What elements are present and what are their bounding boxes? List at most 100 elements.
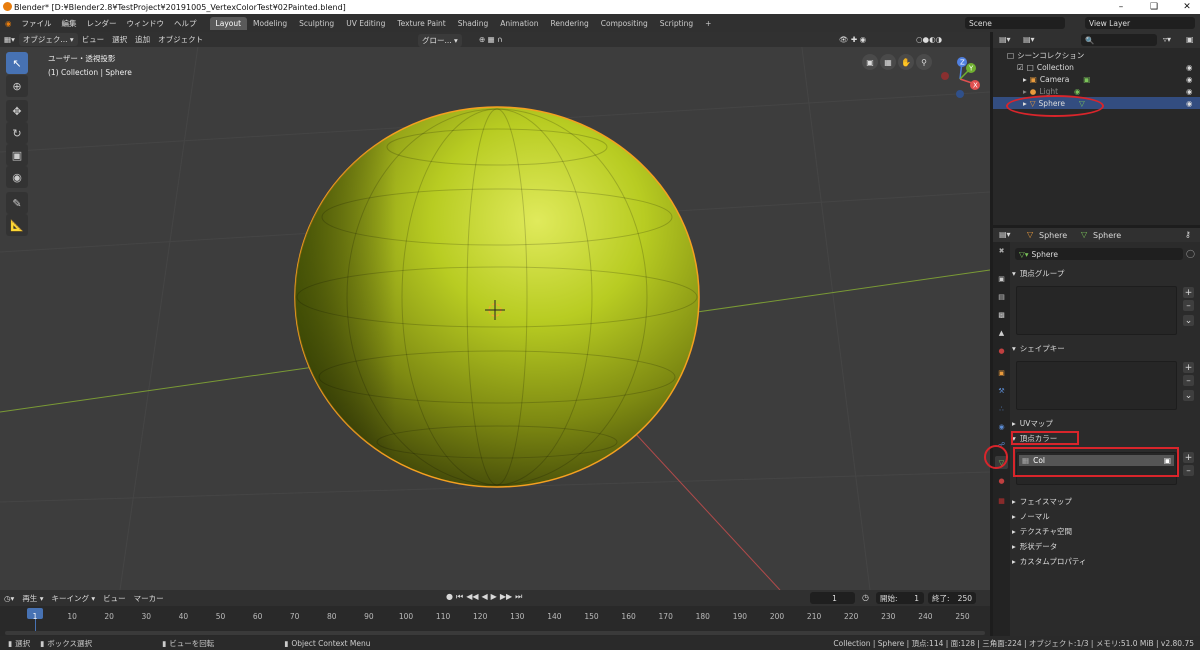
timeline-scrollbar[interactable]	[5, 631, 985, 635]
section-uv-maps[interactable]: ▸ UVマップ	[1012, 416, 1198, 430]
scale-tool-icon[interactable]: ▣	[6, 144, 28, 166]
remove-shape-key-button[interactable]: –	[1183, 375, 1194, 386]
menu-render[interactable]: レンダー	[82, 18, 122, 29]
menu-file[interactable]: ファイル	[17, 18, 57, 29]
playback-menu[interactable]: 再生 ▾	[18, 592, 47, 605]
outliner-display-icon[interactable]: ▤▾	[1023, 35, 1035, 44]
tab-compositing[interactable]: Compositing	[595, 17, 654, 30]
blender-menu-icon[interactable]: ◉	[0, 19, 17, 28]
transform-orientation-dropdown[interactable]: グロー... ▾	[418, 34, 462, 47]
section-texture-space[interactable]: ▸ テクスチャ空間	[1012, 524, 1198, 538]
properties-type-icon[interactable]: ▤▾	[999, 230, 1011, 239]
remove-vertex-group-button[interactable]: –	[1183, 300, 1194, 311]
material-tab-icon[interactable]: ●	[995, 474, 1008, 487]
outliner-item-camera[interactable]: ▸ ▣ Camera ▣ ◉	[993, 73, 1200, 85]
menu-add[interactable]: 追加	[131, 33, 154, 46]
texture-tab-icon[interactable]: ▦	[995, 494, 1008, 507]
tab-layout[interactable]: Layout	[209, 16, 248, 30]
move-tool-icon[interactable]: ✥	[6, 100, 28, 122]
world-tab-icon[interactable]: ●	[995, 344, 1008, 357]
transform-tool-icon[interactable]: ◉	[6, 166, 28, 188]
menu-select[interactable]: 選択	[108, 33, 131, 46]
snap-icon[interactable]: ⊕ ▦ ∩	[475, 34, 507, 45]
scene-selector[interactable]: Scene	[965, 17, 1065, 29]
filter-icon[interactable]: ▿▾	[1163, 35, 1171, 44]
visibility-eye-icon[interactable]: ◉	[1186, 87, 1193, 96]
grid-view-icon[interactable]: ▦	[880, 54, 896, 70]
visibility-eye-icon[interactable]: ◉	[1186, 99, 1193, 108]
tab-modeling[interactable]: Modeling	[247, 17, 293, 30]
section-face-maps[interactable]: ▸ フェイスマップ	[1012, 494, 1198, 508]
shape-key-specials-button[interactable]: ⌄	[1183, 390, 1194, 401]
annotate-tool-icon[interactable]: ✎	[6, 192, 28, 214]
jump-end-icon[interactable]: ⏭	[515, 592, 522, 602]
close-button[interactable]: ✕	[1176, 0, 1198, 14]
tab-uv-editing[interactable]: UV Editing	[340, 17, 391, 30]
add-vertex-group-button[interactable]: +	[1183, 287, 1194, 298]
remove-vertex-color-button[interactable]: –	[1183, 465, 1194, 476]
vertex-group-specials-button[interactable]: ⌄	[1183, 315, 1194, 326]
mode-dropdown[interactable]: オブジェク... ▾	[18, 33, 78, 46]
scene-tab-icon[interactable]: ▲	[995, 326, 1008, 339]
expand-arrow-icon[interactable]: ▸	[1023, 75, 1027, 84]
fake-user-icon[interactable]: ◯	[1186, 249, 1195, 258]
prev-key-icon[interactable]: ◀◀	[466, 592, 478, 602]
menu-help[interactable]: ヘルプ	[169, 18, 202, 29]
section-normals[interactable]: ▸ ノーマル	[1012, 509, 1198, 523]
particles-tab-icon[interactable]: ∴	[995, 402, 1008, 415]
add-vertex-color-button[interactable]: +	[1183, 452, 1194, 463]
expand-arrow-icon[interactable]: ▸	[1023, 87, 1027, 96]
section-custom-properties[interactable]: ▸ カスタムプロパティ	[1012, 554, 1198, 568]
outliner-collection[interactable]: ☑ □ Collection ◉	[993, 61, 1200, 73]
measure-tool-icon[interactable]: 📐	[6, 214, 28, 236]
add-shape-key-button[interactable]: +	[1183, 362, 1194, 373]
editor-type-icon[interactable]: ▦▾	[0, 34, 19, 45]
cursor-tool-icon[interactable]: ⊕	[6, 75, 28, 97]
outliner-scene-collection[interactable]: □ シーンコレクション	[993, 49, 1200, 61]
rotate-tool-icon[interactable]: ↻	[6, 122, 28, 144]
timeline-view-menu[interactable]: ビュー	[99, 592, 130, 605]
outliner-search-input[interactable]: 🔍	[1081, 34, 1157, 46]
outliner-type-icon[interactable]: ▤▾	[999, 35, 1011, 44]
add-workspace-button[interactable]: +	[699, 17, 717, 30]
checkbox-icon[interactable]: ☑	[1017, 63, 1024, 72]
menu-object[interactable]: オブジェクト	[154, 33, 207, 46]
current-frame-field[interactable]: 1	[810, 592, 855, 604]
tab-scripting[interactable]: Scripting	[654, 17, 699, 30]
marker-menu[interactable]: マーカー	[130, 592, 168, 605]
timeline-type-icon[interactable]: ◷▾	[0, 593, 18, 604]
play-icon[interactable]: ▶	[491, 592, 497, 602]
menu-window[interactable]: ウィンドウ	[122, 18, 170, 29]
outliner-item-light[interactable]: ▸ ● Light ◉ ◉	[993, 85, 1200, 97]
shape-keys-list[interactable]	[1016, 361, 1177, 410]
view-layer-selector[interactable]: View Layer	[1085, 17, 1195, 29]
select-tool-icon[interactable]: ↖	[6, 52, 28, 74]
section-vertex-groups[interactable]: ▾ 頂点グループ	[1012, 266, 1198, 280]
preview-range-icon[interactable]: ◷	[862, 593, 869, 602]
view-layer-tab-icon[interactable]: ▩	[995, 308, 1008, 321]
jump-start-icon[interactable]: ⏮	[456, 592, 463, 602]
menu-edit[interactable]: 編集	[57, 18, 82, 29]
start-frame-field[interactable]: 開始: 1	[876, 592, 924, 604]
physics-tab-icon[interactable]: ◉	[995, 420, 1008, 433]
modifier-tab-icon[interactable]: ⚒	[995, 384, 1008, 397]
record-icon[interactable]: ●	[446, 592, 453, 602]
menu-view[interactable]: ビュー	[78, 33, 109, 46]
render-tab-icon[interactable]: ▣	[995, 272, 1008, 285]
new-collection-icon[interactable]: ▣	[1186, 35, 1194, 44]
zoom-icon[interactable]: ⚲	[916, 54, 932, 70]
camera-view-icon[interactable]: ▣	[862, 54, 878, 70]
pan-hand-icon[interactable]: ✋	[898, 54, 914, 70]
shading-modes-icon[interactable]: ○●◐◑	[912, 34, 946, 45]
mesh-name-field[interactable]: ▽▾ Sphere	[1015, 248, 1183, 260]
visibility-eye-icon[interactable]: ◉	[1186, 63, 1193, 72]
overlay-icons[interactable]: 👁 ✚ ◉	[835, 34, 870, 45]
tab-shading[interactable]: Shading	[452, 17, 494, 30]
section-shape-data[interactable]: ▸ 形状データ	[1012, 539, 1198, 553]
tab-texture-paint[interactable]: Texture Paint	[391, 17, 451, 30]
navigation-gizmo[interactable]: X Z Y	[935, 54, 985, 104]
tab-rendering[interactable]: Rendering	[544, 17, 594, 30]
vertex-groups-list[interactable]	[1016, 286, 1177, 335]
play-reverse-icon[interactable]: ◀	[482, 592, 488, 602]
tool-tab-icon[interactable]: ✖	[995, 244, 1008, 257]
